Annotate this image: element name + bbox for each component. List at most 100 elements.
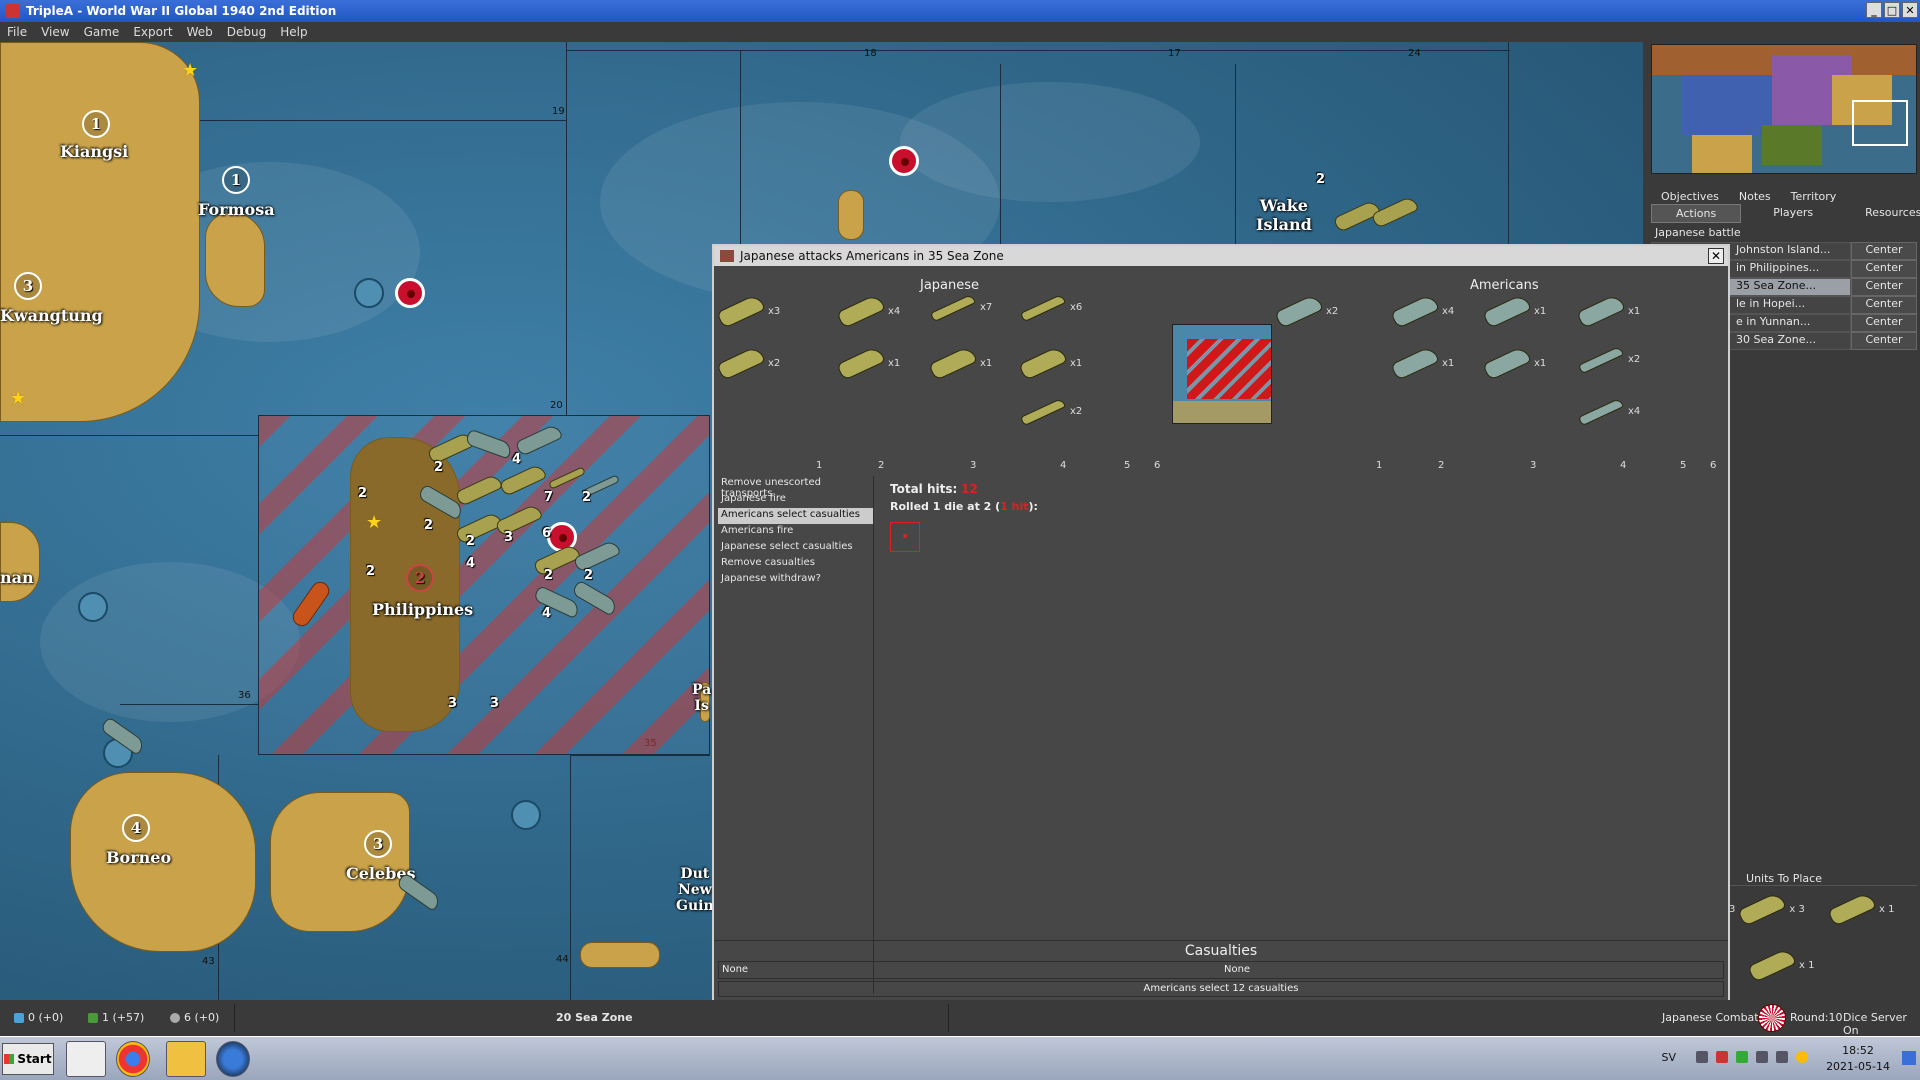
tab-notes[interactable]: Notes — [1729, 188, 1781, 205]
unit-to-place[interactable]: x 1 — [1827, 891, 1895, 927]
tech-value: 6 (+0) — [184, 1011, 220, 1024]
unit-count: x2 — [1628, 354, 1641, 365]
tab-objectives[interactable]: Objectives — [1651, 188, 1729, 205]
globe-taskbar-icon[interactable] — [216, 1041, 250, 1077]
new-guinea-land[interactable] — [580, 942, 660, 968]
unit-stack-count: 6 — [542, 526, 552, 541]
ipc-value: 4 — [122, 814, 150, 842]
tray-app-icon[interactable] — [1716, 1051, 1728, 1063]
wake-land[interactable] — [838, 190, 864, 240]
network-icon[interactable] — [1736, 1051, 1748, 1063]
clock[interactable]: 18:52 2021-05-14 — [1826, 1043, 1890, 1075]
naval-unit-icon[interactable] — [1370, 195, 1420, 229]
center-button[interactable]: Center — [1851, 332, 1917, 350]
rolled-hits: 1 hit — [1000, 500, 1029, 513]
start-button[interactable]: Start — [2, 1043, 54, 1075]
unit-count: x2 — [768, 357, 781, 369]
triplea-taskbar-icon[interactable] — [66, 1041, 106, 1077]
submarine-token-icon[interactable] — [78, 592, 108, 622]
attacker-dice-axis-label: 1 — [816, 460, 823, 471]
unit-to-place[interactable]: 3 x 3 — [1729, 891, 1805, 927]
center-button[interactable]: Center — [1851, 296, 1917, 314]
menu-web[interactable]: Web — [180, 25, 220, 39]
cruiser-icon — [1482, 293, 1532, 329]
minimap-viewport[interactable] — [1852, 100, 1908, 146]
bomber-icon — [1020, 397, 1066, 426]
chrome-taskbar-icon[interactable] — [116, 1041, 150, 1077]
tab-resources[interactable]: Resources — [1845, 204, 1920, 223]
unit-count: x4 — [888, 305, 901, 317]
menu-file[interactable]: File — [0, 25, 34, 39]
unit-to-place[interactable]: x 1 — [1747, 947, 1814, 983]
explorer-taskbar-icon[interactable] — [166, 1041, 206, 1077]
menu-debug[interactable]: Debug — [220, 25, 273, 39]
dice-server-status: Dice Server On — [1843, 1011, 1907, 1037]
center-button[interactable]: Center — [1851, 242, 1917, 260]
transport-icon — [1274, 293, 1324, 329]
menu-export[interactable]: Export — [126, 25, 179, 39]
center-button[interactable]: Center — [1851, 314, 1917, 332]
defender-unit: x2 — [1274, 293, 1338, 329]
defender-unit: x1 — [1390, 345, 1454, 381]
zone-number-44: 44 — [556, 954, 569, 965]
section-label: Japanese battle — [1655, 226, 1741, 239]
carrier-icon — [1482, 345, 1532, 381]
minimap[interactable] — [1651, 44, 1917, 174]
unit-count: x1 — [1534, 357, 1547, 369]
center-button[interactable]: Center — [1851, 260, 1917, 278]
input-language[interactable]: SV — [1661, 1051, 1676, 1064]
tab-players[interactable]: Players — [1741, 204, 1845, 223]
formosa-land[interactable] — [205, 212, 265, 307]
dialog-close-button[interactable]: ✕ — [1708, 248, 1724, 264]
menu-game[interactable]: Game — [77, 25, 127, 39]
battle-step: Americans fire — [721, 525, 794, 536]
minimize-button[interactable]: _ — [1866, 2, 1882, 18]
capital-star-icon: ★ — [10, 388, 27, 409]
tab-territory[interactable]: Territory — [1781, 188, 1847, 205]
center-button[interactable]: Center — [1851, 278, 1917, 296]
menu-view[interactable]: View — [34, 25, 76, 39]
china-coast-land[interactable] — [0, 42, 200, 422]
tab-actions[interactable]: Actions — [1651, 204, 1742, 223]
submarine-token-icon[interactable] — [511, 800, 541, 830]
chrome-tray-icon[interactable] — [1796, 1051, 1808, 1063]
menu-help[interactable]: Help — [273, 25, 314, 39]
transport-icon — [1737, 891, 1788, 927]
territory-label: Borneo — [106, 848, 172, 867]
unit-count: x1 — [888, 357, 901, 369]
unit-count: x 1 — [1879, 903, 1895, 915]
clock-date: 2021-05-14 — [1826, 1060, 1890, 1073]
close-button[interactable]: ✕ — [1902, 2, 1918, 18]
attacker-unit: x2 — [1020, 397, 1082, 426]
status-bar: 0 (+0) 1 (+57) 6 (+0) 20 Sea Zone Japane… — [0, 1000, 1920, 1037]
attacker-dice-axis-label: 6 — [1154, 460, 1161, 471]
maximize-button[interactable]: □ — [1884, 2, 1900, 18]
submarine-token-icon[interactable] — [354, 278, 384, 308]
attacker-dice-axis-label: 5 — [1124, 460, 1131, 471]
unit-stack-count: 2 — [366, 564, 376, 579]
volume-icon[interactable] — [1756, 1051, 1768, 1063]
notification-icon[interactable] — [1902, 1051, 1916, 1065]
ipc-value: 3 — [14, 272, 42, 300]
unit-count: x1 — [1534, 305, 1547, 317]
attacker-unit: x7 — [930, 293, 992, 322]
zone-number-43: 43 — [202, 956, 215, 967]
attacker-unit: x3 — [716, 293, 780, 329]
signal-icon[interactable] — [1776, 1051, 1788, 1063]
triplea-app-icon — [6, 4, 20, 18]
unit-count: x 3 — [1789, 903, 1805, 915]
tray-expand-icon[interactable] — [1696, 1051, 1708, 1063]
carrier-icon — [928, 345, 978, 381]
hainan-land[interactable] — [0, 522, 40, 602]
territory-label: Dut New Guin — [676, 866, 714, 914]
top-tab-row: Objectives Notes Territory — [1651, 188, 1846, 205]
unit-stack-count: 7 — [544, 490, 554, 505]
attacker-dice-axis-label: 2 — [878, 460, 885, 471]
attacker-unit: x4 — [836, 293, 901, 329]
unit-stack-count: 2 — [358, 486, 368, 501]
attacker-unit: x1 — [928, 345, 992, 381]
celebes-land[interactable] — [270, 792, 410, 932]
philippines-land[interactable] — [350, 437, 460, 732]
unit-stack-count: 3 — [504, 530, 514, 545]
cruiser-icon — [836, 345, 886, 381]
